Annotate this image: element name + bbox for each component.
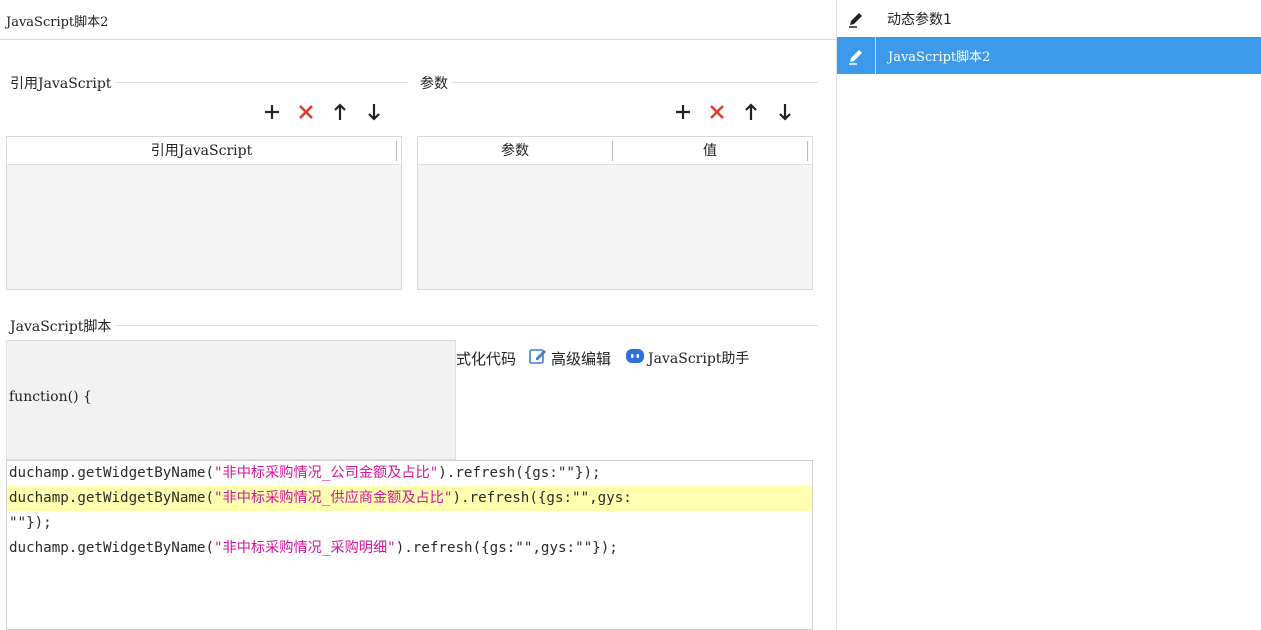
side-item-label: JavaScript脚本2 [888,50,991,65]
code-line: duchamp.getWidgetByName("非中标采购情况_采购明细").… [9,540,618,556]
ref-js-group-label: 引用JavaScript [10,73,116,93]
add-icon[interactable] [673,102,693,122]
params-divider [420,82,818,83]
side-item-dynamic-param[interactable]: 动态参数1 [837,0,1261,37]
js-assistant-button[interactable]: JavaScript助手 [625,347,749,369]
params-column-name: 参数 [501,143,529,159]
advanced-edit-label: 高级编辑 [551,349,612,368]
function-header: function() { [9,389,92,405]
ref-js-toolbar [262,102,384,122]
edit-note-icon [528,347,548,369]
params-table[interactable]: 参数 值 [417,136,813,290]
params-toolbar [673,102,795,122]
delete-icon[interactable] [707,102,727,122]
delete-icon[interactable] [296,102,316,122]
add-icon[interactable] [262,102,282,122]
format-code-button[interactable]: 式化代码 [456,348,516,369]
code-line-current: duchamp.getWidgetByName("非中标采购情况_供应商金额及占… [7,486,812,511]
assistant-icon [625,347,645,369]
script-divider [8,325,818,326]
event-list-panel: 动态参数1 JavaScript脚本2 [836,0,1261,630]
editor-title-bar: JavaScript脚本2 [0,0,836,40]
js-assistant-label: JavaScript助手 [648,351,750,367]
move-up-icon[interactable] [741,102,761,122]
column-separator [396,140,397,161]
params-column-value: 值 [703,143,717,159]
code-line: ""}); [9,515,52,531]
script-actions: 式化代码 高级编辑 JavaScript助手 [456,346,749,370]
move-up-icon[interactable] [330,102,350,122]
params-group-label: 参数 [420,73,452,93]
code-editor[interactable]: duchamp.getWidgetByName("非中标采购情况_公司金额及占比… [6,460,813,630]
ref-js-column-header: 引用JavaScript [150,143,253,159]
move-down-icon[interactable] [775,102,795,122]
params-table-header: 参数 值 [418,137,812,165]
side-item-js-script[interactable]: JavaScript脚本2 [837,37,1261,74]
column-separator [807,140,808,161]
editor-title: JavaScript脚本2 [6,15,109,30]
code-line: duchamp.getWidgetByName("非中标采购情况_公司金额及占比… [9,465,601,481]
format-code-label: 式化代码 [456,349,517,368]
side-item-label: 动态参数1 [887,11,952,28]
function-header-box: function() { [6,340,456,460]
advanced-edit-button[interactable]: 高级编辑 [528,347,611,369]
edit-icon [837,37,875,74]
ref-js-table[interactable]: 引用JavaScript [6,136,402,290]
edit-icon [837,0,875,37]
move-down-icon[interactable] [364,102,384,122]
script-group-label: JavaScript脚本 [10,316,116,336]
ref-js-table-header: 引用JavaScript [7,137,401,165]
